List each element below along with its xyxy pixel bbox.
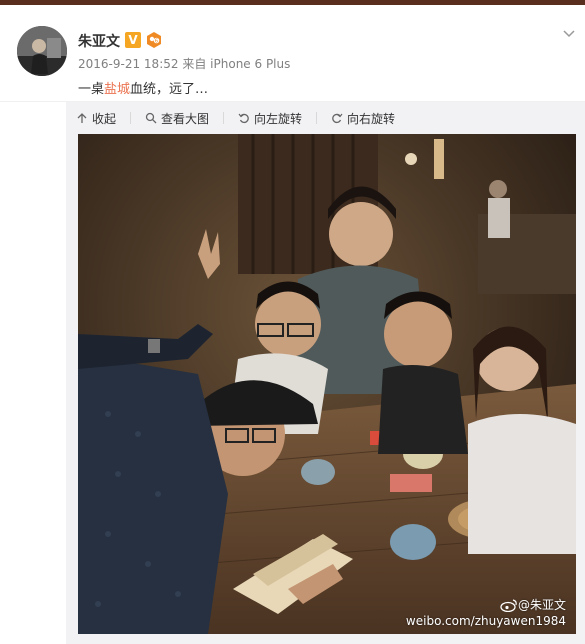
author-name[interactable]: 朱亚文 [78,31,120,51]
topic-link[interactable]: 盐城 [104,82,130,97]
view-large-label: 查看大图 [161,111,210,126]
post-text: 一桌盐城血统，远了… [78,78,208,97]
collapse-icon [77,113,87,123]
toolbar-divider [223,112,225,124]
rotate-left-button[interactable]: 向左旋转 [238,110,302,127]
rotate-right-label: 向右旋转 [347,111,396,126]
search-icon [145,112,157,124]
view-large-button[interactable]: 查看大图 [145,110,209,127]
source-prefix: 来自 [182,57,207,71]
collapse-label: 收起 [92,111,117,126]
chevron-down-icon[interactable] [562,26,576,40]
rotate-right-icon [332,113,343,124]
watermark-url: weibo.com/zhuyawen1984 [405,614,566,628]
post-photo[interactable]: @朱亚文 weibo.com/zhuyawen1984 [78,134,576,634]
post-meta: 2016-9-21 18:52 来自 iPhone 6 Plus [78,55,290,72]
collapse-button[interactable]: 收起 [76,110,116,127]
rotate-right-button[interactable]: 向右旋转 [331,110,395,127]
weibo-logo-icon [500,598,517,612]
toolbar-divider [130,112,132,124]
post-timestamp[interactable]: 2016-9-21 18:52 [78,57,179,71]
top-bar [0,0,585,5]
restaurant-group-photo [78,134,576,634]
media-toolbar: 收起 查看大图 向左旋转 向右旋转 [76,110,409,126]
rotate-left-label: 向左旋转 [254,111,303,126]
post-text-after: 血统，远了… [130,82,209,97]
avatar[interactable] [17,26,67,76]
level-badge-icon: 6 [145,31,163,49]
post-text-before: 一桌 [78,82,105,97]
post-source: iPhone 6 Plus [210,57,291,71]
verified-v-icon: V [125,32,141,48]
toolbar-divider [316,112,318,124]
watermark-handle: @朱亚文 [517,598,566,612]
svg-text:6: 6 [155,39,158,45]
weibo-watermark: @朱亚文 weibo.com/zhuyawen1984 [406,596,566,628]
rotate-left-icon [238,113,249,124]
